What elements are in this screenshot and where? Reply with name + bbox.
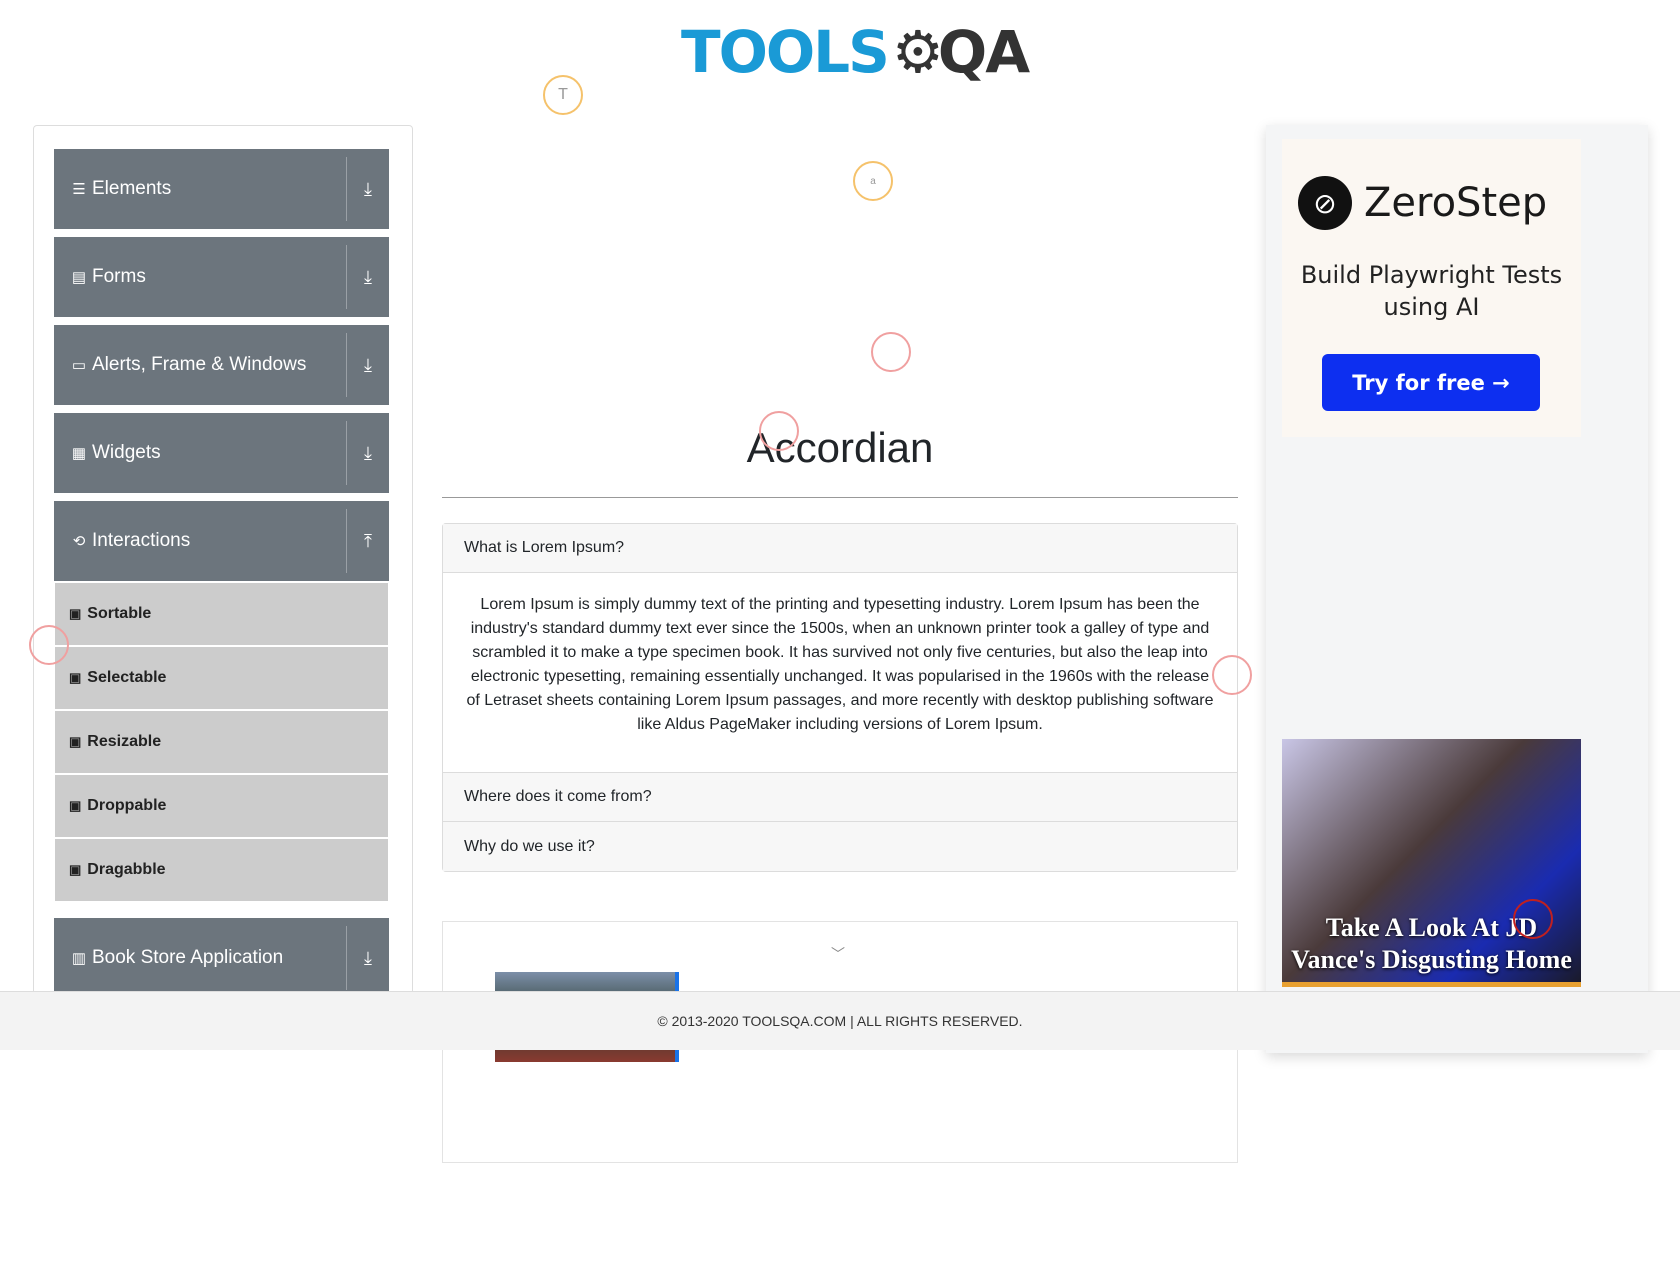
sidebar-item-selectable[interactable]: ▣ Selectable	[55, 647, 388, 709]
left-panel: ☰ Elements ⤓ ▤ Forms ⤓ ▭ Alerts, Frame & Wind…	[33, 125, 413, 1005]
download-arrow-icon: ⤓	[364, 442, 372, 463]
zerostep-logo-icon: ⊘	[1298, 176, 1352, 230]
click-marker: a	[853, 161, 893, 201]
html5-icon: ▣	[69, 606, 82, 621]
upload-arrow-icon: ⤒	[364, 530, 372, 551]
window-icon: ▭	[71, 357, 87, 374]
section3-heading[interactable]: Why do we use it?	[443, 822, 1237, 871]
section2-heading[interactable]: Where does it come from?	[443, 773, 1237, 822]
form-icon: ▤	[71, 269, 87, 286]
click-marker: T	[543, 75, 583, 115]
menu-icon: ☰	[72, 181, 86, 198]
footer: © 2013-2020 TOOLSQA.COM | ALL RIGHTS RES…	[0, 991, 1680, 1050]
sidebar-item-droppable[interactable]: ▣ Droppable	[55, 775, 388, 837]
click-marker	[1212, 655, 1252, 695]
click-marker	[29, 625, 69, 665]
group-forms[interactable]: ▤ Forms ⤓	[54, 237, 389, 317]
interactions-icon: ⟲	[72, 533, 86, 550]
html5-icon: ▣	[69, 862, 82, 877]
chevron-down-icon[interactable]: ﹀	[831, 944, 845, 964]
download-arrow-icon: ⤓	[364, 354, 372, 375]
zerostep-ad[interactable]: ⊘ ZeroStep Build Playwright Tests using A…	[1282, 139, 1581, 437]
sidebar-item-resizable[interactable]: ▣ Resizable	[55, 711, 388, 773]
html5-icon: ▣	[69, 798, 82, 813]
group-alerts[interactable]: ▭ Alerts, Frame & Windows ⤓	[54, 325, 389, 405]
download-arrow-icon: ⤓	[364, 947, 372, 968]
html5-icon: ▣	[69, 670, 82, 685]
news-ad-image[interactable]: Take A Look At JD Vance's Disgusting Hom…	[1282, 739, 1581, 987]
section1-heading[interactable]: What is Lorem Ipsum?	[443, 524, 1237, 573]
group-widgets[interactable]: ▦ Widgets ⤓	[54, 413, 389, 493]
page-title: Accordian	[746, 424, 934, 471]
click-marker	[1513, 899, 1553, 939]
toolsqa-logo[interactable]: TOOLS ⚙ QA	[681, 14, 1030, 90]
download-arrow-icon: ⤓	[364, 178, 372, 199]
try-for-free-button[interactable]: Try for free →	[1322, 354, 1540, 411]
section1-content: Lorem Ipsum is simply dummy text of the …	[443, 573, 1237, 773]
sidebar-item-sortable[interactable]: ▣ Sortable	[55, 583, 388, 645]
click-marker	[871, 332, 911, 372]
gear-icon: ⚙	[891, 18, 944, 86]
download-arrow-icon: ⤓	[364, 266, 372, 287]
group-book-store[interactable]: ▥ Book Store Application ⤓	[54, 918, 389, 998]
books-icon: ▥	[71, 950, 87, 967]
click-marker	[759, 411, 799, 451]
widgets-icon: ▦	[71, 445, 87, 462]
accordion: What is Lorem Ipsum? Lorem Ipsum is simp…	[442, 523, 1238, 872]
html5-icon: ▣	[69, 734, 82, 749]
right-ad-panel: ⊘ ZeroStep Build Playwright Tests using A…	[1266, 125, 1648, 1053]
group-interactions[interactable]: ⟲ Interactions ⤒	[54, 501, 389, 581]
divider	[442, 497, 1238, 498]
sidebar-item-dragabble[interactable]: ▣ Dragabble	[55, 839, 388, 901]
group-elements[interactable]: ☰ Elements ⤓	[54, 149, 389, 229]
